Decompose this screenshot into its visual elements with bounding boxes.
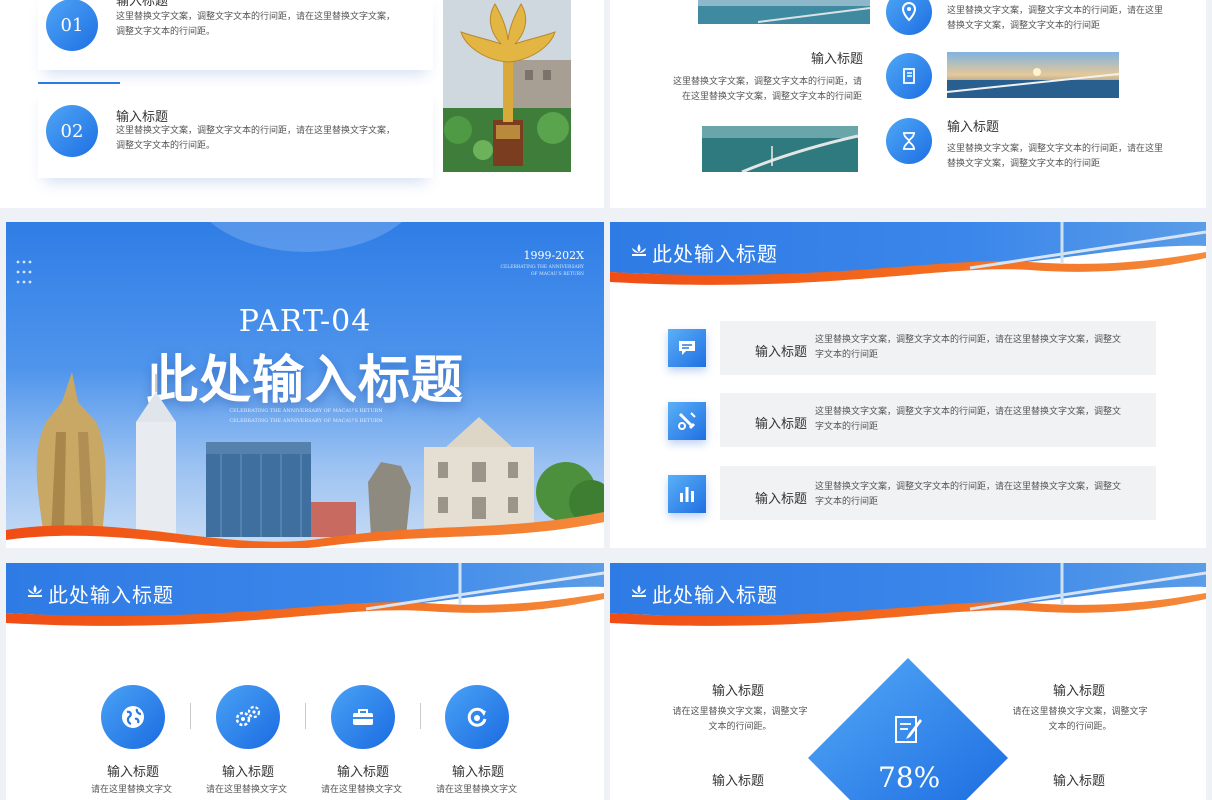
- row-title: 输入标题: [755, 345, 808, 360]
- slide-thumbnail-5[interactable]: 此处输入标题 输入标题 请在这里替换文字文 输入标题 请在这里替换文字文 输入标…: [6, 563, 604, 800]
- number-badge-02: 02: [46, 105, 98, 157]
- lotus-logo-icon: [28, 585, 42, 597]
- slide-title: 此处输入标题: [652, 242, 778, 266]
- item-text-3: 请在这里替换文字文: [321, 785, 403, 795]
- list-row-3: 输入标题 这里替换文字文案，调整文字文本的行间距，请在这里替换文字文案，调整文字…: [720, 466, 1156, 520]
- settings-icon-button[interactable]: [216, 685, 280, 749]
- golden-lotus-photo: [443, 0, 571, 172]
- list-row-1: 输入标题 这里替换文字文案，调整文字文本的行间距，请在这里替换文字文案，调整文字…: [720, 321, 1156, 375]
- card-text: 这里替换文字文案，调整文字文本的行间距，请在这里替换文字文案，调整文字文本的行间…: [116, 126, 396, 151]
- celebrating-caption: CELEBRATING THE ANNIVERSARY OF MACAU'S R…: [500, 265, 584, 277]
- card-title: 输入标题: [116, 0, 169, 9]
- accent-line: [38, 82, 120, 84]
- scroll-document-icon: [903, 68, 915, 84]
- right-text: 这里替换文字文案，调整文字文本的行间距，请在这里替换文字文案，调整文字文本的行间…: [947, 144, 1164, 169]
- macau-skyline-illustration: [6, 372, 604, 548]
- card-title: 输入标题: [116, 110, 169, 125]
- decorative-circle: [186, 222, 426, 252]
- item-text-4: 请在这里替换文字文: [436, 785, 518, 795]
- document-icon-button[interactable]: [886, 53, 932, 99]
- slide-thumbnail-4[interactable]: 此处输入标题 输入标题 这里替换文字文案，调整文字文本的行间距，请在这里替换文字…: [610, 222, 1206, 548]
- chart-icon-button[interactable]: [668, 475, 706, 513]
- globe-icon: [122, 706, 144, 728]
- right-title: 输入标题: [947, 120, 1000, 135]
- left-title: 输入标题: [811, 52, 864, 67]
- row-text: 这里替换文字文案，调整文字文本的行间距，请在这里替换文字文案，调整文字文本的行间…: [815, 482, 1122, 507]
- percent-value: 78%: [878, 761, 941, 794]
- item-title-4: 输入标题: [452, 765, 505, 780]
- sea-bridge-sunset-photo: [947, 52, 1119, 98]
- tools-icon-button[interactable]: [668, 402, 706, 440]
- slide-title: 此处输入标题: [48, 583, 174, 607]
- card-text: 这里替换文字文案，调整文字文本的行间距，请在这里替换文字文案，调整文字文本的行间…: [116, 12, 396, 37]
- slide-thumbnail-1[interactable]: 01 输入标题 这里替换文字文案，调整文字文本的行间距，请在这里替换文字文案，调…: [0, 0, 604, 208]
- row-title: 输入标题: [755, 417, 808, 432]
- list-row-2: 输入标题 这里替换文字文案，调整文字文本的行间距，请在这里替换文字文案，调整文字…: [720, 393, 1156, 447]
- divider: [305, 703, 306, 729]
- bar-chart-icon: [680, 487, 694, 502]
- tl-title: 输入标题: [712, 684, 765, 699]
- briefcase-icon: [353, 709, 373, 725]
- chat-bubble-icon: [679, 341, 695, 355]
- slide-thumbnail-2[interactable]: 输入标题 这里替换文字文案，调整文字文本的行间距，请在这里替换文字文案，调整文字…: [610, 0, 1206, 208]
- tl-text: 请在这里替换文字文案，调整文字文本的行间距。: [672, 707, 808, 732]
- dots-decoration: [16, 260, 32, 284]
- item-title-1: 输入标题: [107, 765, 160, 780]
- top-right-text: 这里替换文字文案，调整文字文本的行间距，请在这里替换文字文案，调整文字文本的行间…: [947, 6, 1164, 31]
- slide-title: 此处输入标题: [652, 583, 778, 607]
- divider: [190, 703, 191, 729]
- content-card-1: 01 输入标题 这里替换文字文案，调整文字文本的行间距，请在这里替换文字文案，调…: [38, 0, 433, 70]
- item-text-2: 请在这里替换文字文: [206, 785, 288, 795]
- row-title: 输入标题: [755, 492, 808, 507]
- slide-thumbnail-6[interactable]: 此处输入标题 78% 输入标题 请在这里替换文字文案，调整文字文本的行间距。 输…: [610, 563, 1206, 800]
- hourglass-icon: [903, 132, 915, 150]
- lotus-logo-icon: [632, 244, 646, 256]
- row-text: 这里替换文字文案，调整文字文本的行间距，请在这里替换文字文案，调整文字文本的行间…: [815, 407, 1122, 432]
- chat-icon-button[interactable]: [668, 329, 706, 367]
- year-range: 1999-202X: [523, 249, 584, 262]
- divider: [420, 703, 421, 729]
- item-title-2: 输入标题: [222, 765, 275, 780]
- br-title: 输入标题: [1053, 774, 1106, 789]
- number-badge-01: 01: [46, 0, 98, 51]
- item-text-1: 请在这里替换文字文: [91, 785, 173, 795]
- refresh-icon-button[interactable]: [445, 685, 509, 749]
- part-number: PART-04: [238, 304, 372, 339]
- row-text: 这里替换文字文案，调整文字文本的行间距，请在这里替换文字文案，调整文字文本的行间…: [815, 335, 1122, 360]
- location-pin-icon: [901, 2, 917, 22]
- tr-text: 请在这里替换文字文案，调整文字文本的行间距。: [1012, 707, 1148, 732]
- globe-icon-button[interactable]: [101, 685, 165, 749]
- refresh-cycle-icon: [467, 707, 487, 727]
- hourglass-icon-button[interactable]: [886, 118, 932, 164]
- content-card-2: 02 输入标题 这里替换文字文案，调整文字文本的行间距，请在这里替换文字文案，调…: [38, 86, 433, 178]
- gears-icon: [235, 705, 261, 727]
- bridge-photo-top: [698, 0, 870, 24]
- tr-title: 输入标题: [1053, 684, 1106, 699]
- lotus-logo-icon: [632, 585, 646, 597]
- item-title-3: 输入标题: [337, 765, 390, 780]
- left-text: 这里替换文字文案，调整文字文本的行间距，请在这里替换文字文案，调整文字文本的行间…: [672, 77, 862, 102]
- note-edit-icon: [895, 716, 922, 743]
- bridge-photo-bottom: [702, 126, 858, 172]
- location-icon-button[interactable]: [886, 0, 932, 35]
- wrench-screwdriver-icon: [678, 412, 696, 430]
- slide-thumbnail-3-section-cover[interactable]: 1999-202X CELEBRATING THE ANNIVERSARY OF…: [6, 222, 604, 548]
- briefcase-icon-button[interactable]: [331, 685, 395, 749]
- bl-title: 输入标题: [712, 774, 765, 789]
